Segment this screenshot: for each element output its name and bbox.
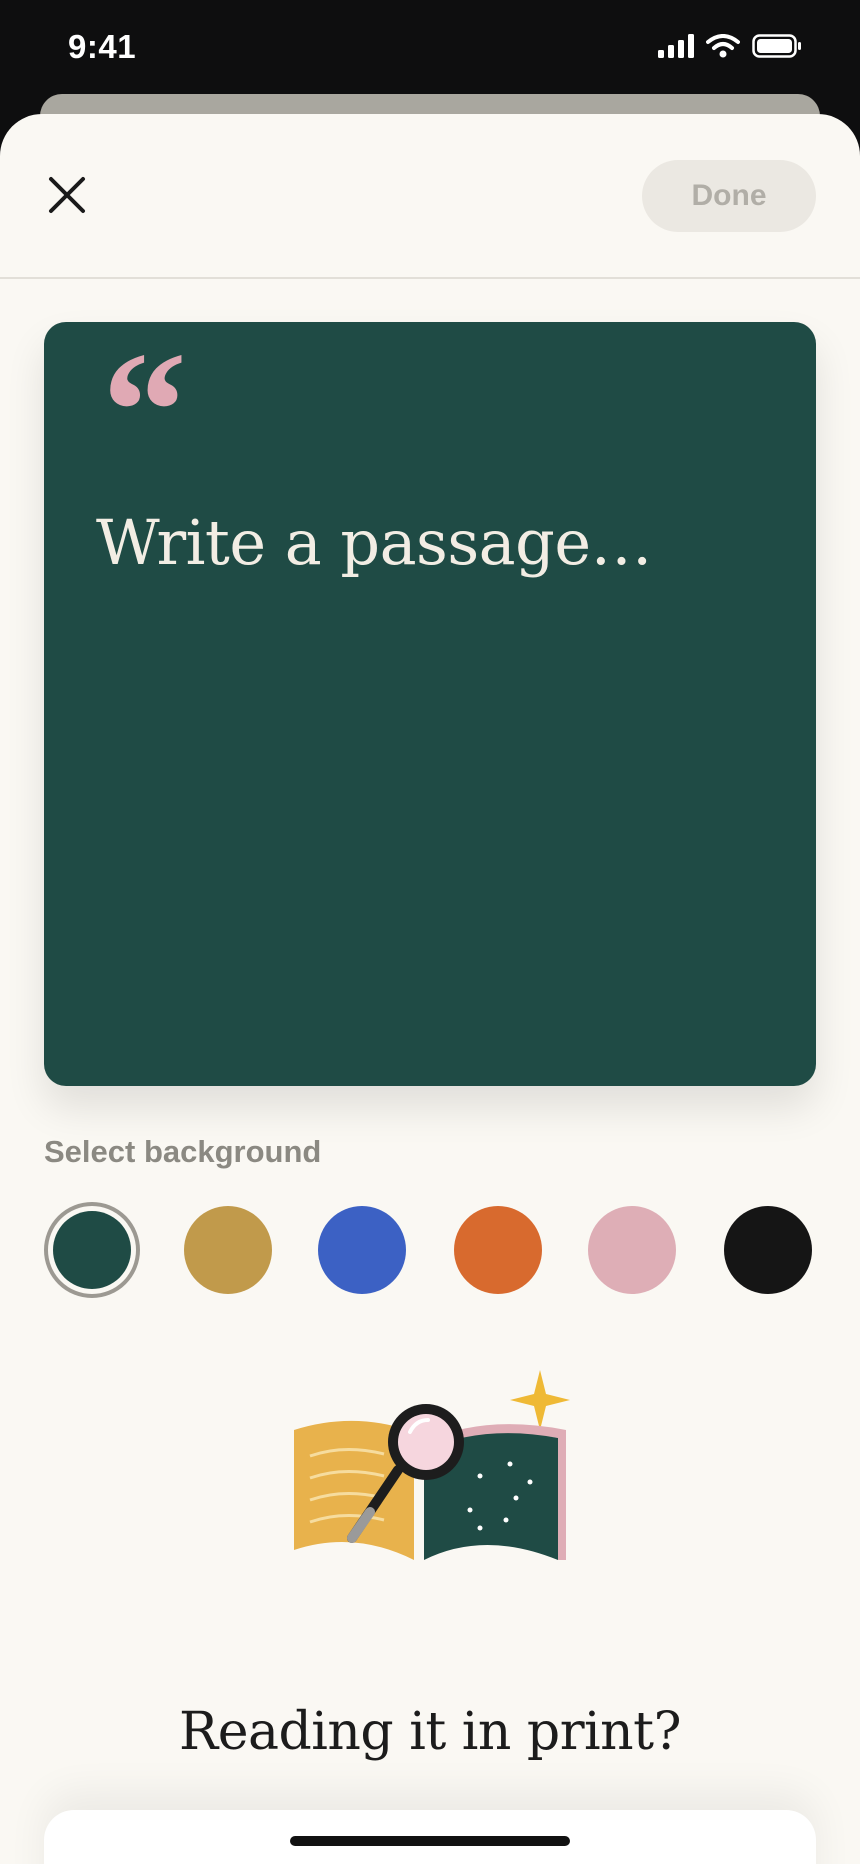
select-background-label: Select background [44,1134,322,1169]
passage-editor-sheet: Done “ Write a passage… Select backgroun… [0,114,860,1864]
swatch-green-fill [53,1211,131,1289]
wifi-icon [706,34,740,63]
print-section-heading: Reading it in print? [179,1702,681,1762]
swatch-mustard[interactable] [184,1206,272,1294]
swatch-blue[interactable] [318,1206,406,1294]
quote-mark-icon: “ [102,317,187,505]
book-magnifier-illustration [284,1370,584,1570]
header-divider [0,277,860,279]
quote-card: “ Write a passage… [44,322,816,1086]
swatch-black[interactable] [724,1206,812,1294]
home-indicator[interactable] [290,1836,570,1846]
signal-icon [658,34,694,63]
swatch-orange[interactable] [454,1206,542,1294]
swatch-pink[interactable] [588,1206,676,1294]
status-time: 9:41 [68,28,137,65]
swatch-green[interactable] [44,1202,140,1298]
close-icon [48,176,86,219]
done-button[interactable]: Done [642,160,816,232]
status-bar: 9:41 [0,0,860,100]
battery-icon [752,34,802,63]
background-swatches [44,1202,816,1298]
close-button[interactable] [44,174,90,220]
status-icons [658,34,802,63]
passage-input[interactable]: Write a passage… [96,506,653,580]
